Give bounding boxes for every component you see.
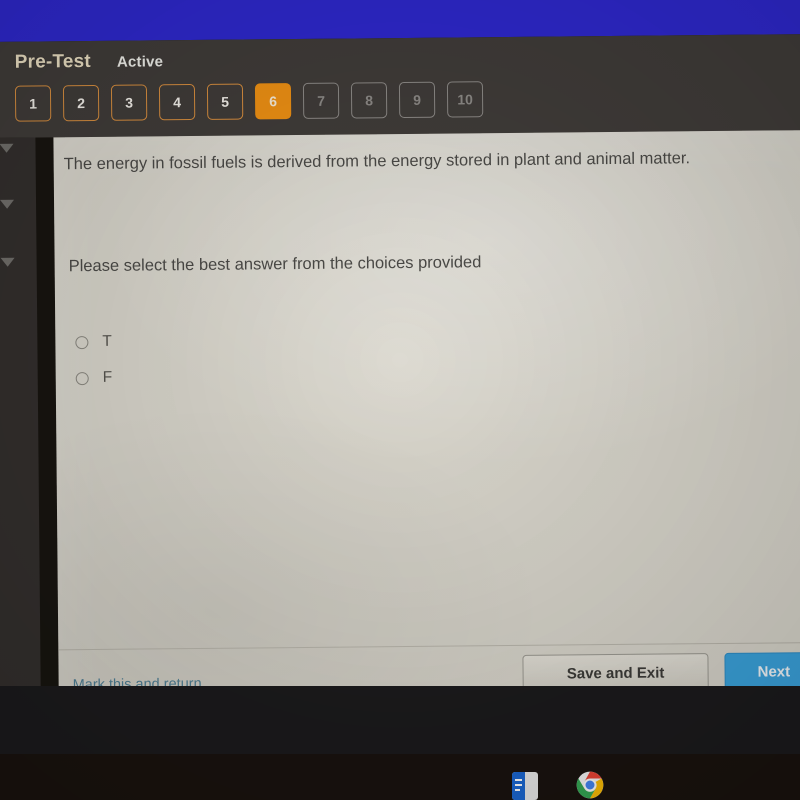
question-instruction: Please select the best answer from the c… (68, 253, 482, 276)
pager-item-4[interactable]: 4 (158, 83, 196, 121)
monitor-screen: Pre-Test Active 1 2 3 4 5 6 7 8 9 10 The… (0, 0, 800, 750)
question-panel: The energy in fossil fuels is derived fr… (53, 129, 800, 732)
pager-item-8: 8 (350, 82, 388, 119)
answer-choices: T F (75, 333, 112, 387)
taskbar-icons (508, 770, 612, 800)
header-titles: Pre-Test Active (15, 50, 164, 73)
collapse-arrow-icon[interactable] (0, 143, 14, 153)
status-badge: Active (116, 53, 164, 71)
docs-icon[interactable] (508, 770, 544, 800)
question-prompt: The energy in fossil fuels is derived fr… (63, 149, 691, 174)
pager-item-1[interactable]: 1 (14, 85, 52, 122)
pager-item-10: 10 (446, 81, 484, 118)
radio-button-false[interactable] (75, 371, 89, 385)
app-header: Pre-Test Active 1 2 3 4 5 6 7 8 9 10 (0, 33, 800, 138)
pager-item-5[interactable]: 5 (206, 83, 244, 120)
footer-divider (58, 641, 800, 651)
pager-item-7: 7 (302, 82, 340, 119)
question-pager: 1 2 3 4 5 6 7 8 9 10 (14, 81, 484, 122)
screenshot-root: Pre-Test Active 1 2 3 4 5 6 7 8 9 10 The… (0, 0, 800, 800)
chrome-icon[interactable] (572, 770, 612, 800)
choice-label-false: F (102, 368, 113, 386)
choice-row-true[interactable]: T (75, 333, 112, 351)
collapse-arrow-icon[interactable] (0, 257, 15, 267)
choice-row-false[interactable]: F (75, 368, 113, 387)
monitor-bezel (0, 686, 800, 756)
choice-label-true: T (102, 332, 112, 350)
pager-item-3[interactable]: 3 (110, 84, 148, 121)
radio-button-true[interactable] (75, 335, 89, 349)
page-title: Pre-Test (14, 50, 92, 73)
pager-item-2[interactable]: 2 (62, 84, 100, 122)
left-sidebar-rail (0, 137, 42, 738)
collapse-arrow-icon[interactable] (0, 199, 15, 209)
os-taskbar (0, 754, 800, 800)
pager-item-6[interactable]: 6 (254, 83, 292, 120)
pager-item-9: 9 (398, 81, 436, 119)
